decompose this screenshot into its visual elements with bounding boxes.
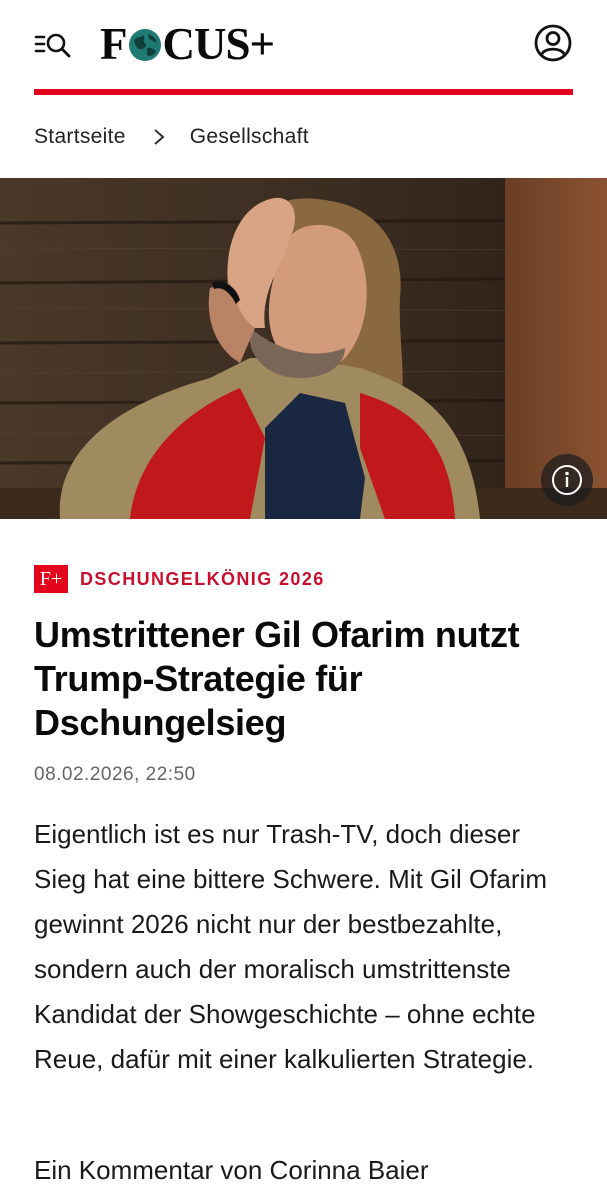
breadcrumb: Startseite Gesellschaft — [0, 95, 607, 178]
account-button[interactable] — [533, 23, 573, 63]
author-line: Ein Kommentar von Corinna Baier — [34, 1155, 429, 1185]
chevron-right-icon — [154, 128, 165, 145]
user-icon — [534, 24, 572, 62]
hero-photo — [0, 178, 607, 519]
logo-text-right: CUS+ — [162, 19, 276, 69]
info-icon — [541, 454, 593, 506]
fplus-badge: F+ — [34, 565, 68, 593]
breadcrumb-section-link[interactable]: Gesellschaft — [190, 125, 309, 149]
article-kicker: F+ DSCHUNGELKÖNIG 2026 — [34, 565, 325, 593]
globe-icon — [128, 29, 161, 61]
image-info-button[interactable] — [541, 454, 593, 511]
focus-logo[interactable]: F CUS+ — [100, 14, 276, 74]
header-accent-bar — [34, 89, 573, 95]
article-title: Umstrittener Gil Ofarim nutzt Trump-Stra… — [34, 614, 520, 743]
article-teaser: Eigentlich ist es nur Trash-TV, doch die… — [34, 819, 547, 1074]
menu-search-icon — [34, 33, 71, 58]
menu-search-button[interactable] — [34, 28, 74, 62]
breadcrumb-home-link[interactable]: Startseite — [34, 125, 126, 149]
hero-image[interactable] — [0, 178, 607, 519]
logo-text-left: F — [100, 19, 127, 69]
site-header: F CUS+ — [0, 0, 607, 95]
article-date: 08.02.2026, 22:50 — [34, 764, 196, 785]
kicker-label[interactable]: DSCHUNGELKÖNIG 2026 — [80, 569, 325, 590]
